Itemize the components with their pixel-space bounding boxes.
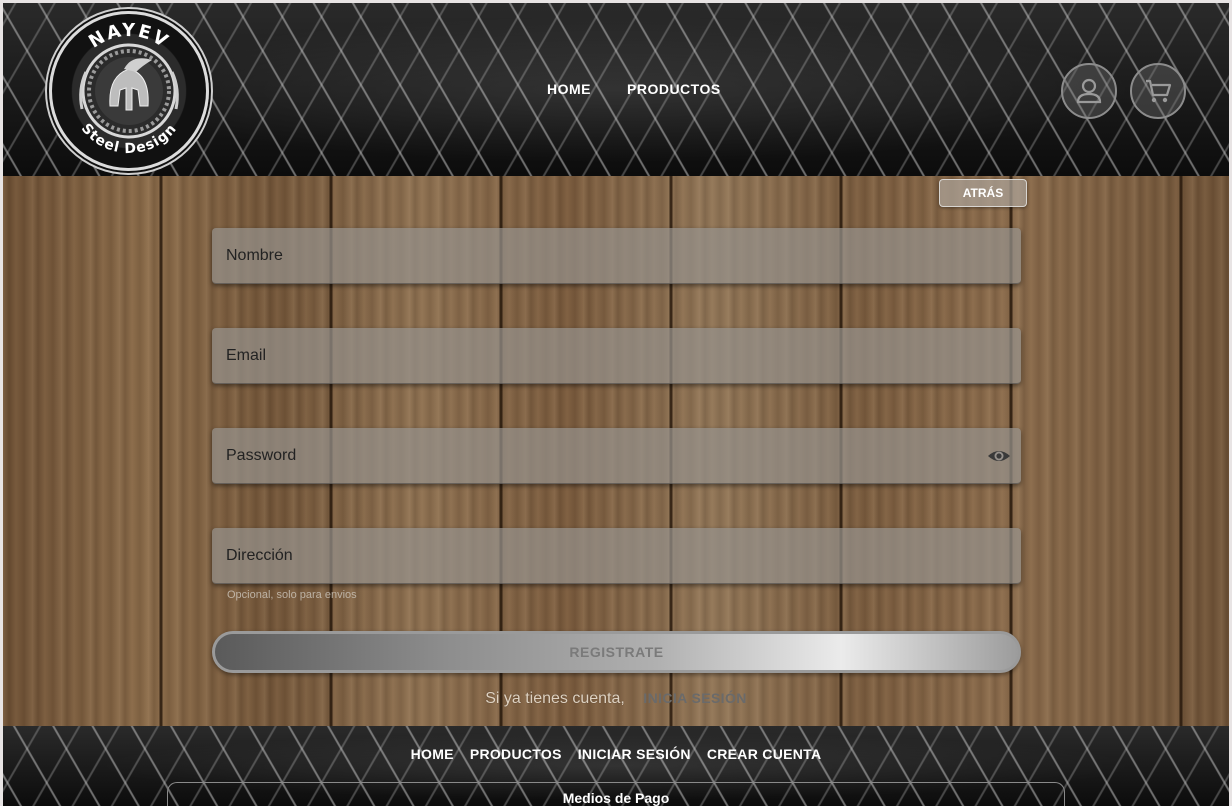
footer: HOME PRODUCTOS INICIAR SESIÓN CREAR CUEN…: [3, 726, 1229, 806]
top-header: NAYEV Steel Design HOME PRODUCTOS: [3, 3, 1229, 176]
nav-home-link[interactable]: HOME: [547, 81, 591, 97]
login-prompt: Si ya tienes cuenta, INICIA SESIÓN: [3, 690, 1229, 708]
password-field[interactable]: [212, 428, 1021, 484]
logo-bottom-text: Steel Design: [78, 121, 179, 158]
have-account-text: Si ya tienes cuenta,: [485, 690, 625, 707]
nav-products-link[interactable]: PRODUCTOS: [627, 81, 721, 97]
eye-icon[interactable]: [987, 445, 1011, 467]
footer-create-account-link[interactable]: CREAR CUENTA: [707, 746, 822, 762]
name-input[interactable]: [212, 228, 1021, 283]
email-input[interactable]: [212, 328, 1021, 383]
cart-icon: [1146, 79, 1172, 103]
page-frame: NAYEV Steel Design HOME PRODUCTOS ATRÁS …: [3, 3, 1229, 806]
logo-graphic: NAYEV Steel Design: [78, 20, 180, 158]
top-nav: HOME PRODUCTOS: [547, 81, 721, 97]
svg-text:NAYEV: NAYEV: [85, 20, 173, 53]
footer-nav: HOME PRODUCTOS INICIAR SESIÓN CREAR CUEN…: [3, 746, 1229, 762]
payment-title: Medios de Pago: [562, 790, 670, 806]
password-input[interactable]: [212, 428, 1021, 483]
svg-text:Steel Design: Steel Design: [78, 121, 180, 158]
register-section: ATRÁS Opcional, solo para envios REGISTR…: [3, 176, 1229, 726]
login-link[interactable]: INICIA SESIÓN: [643, 690, 746, 706]
address-hint: Opcional, solo para envios: [227, 589, 357, 601]
register-button[interactable]: REGISTRATE: [212, 631, 1021, 673]
brand-logo[interactable]: NAYEV Steel Design: [49, 11, 209, 171]
back-button[interactable]: ATRÁS: [939, 179, 1027, 207]
logo-top-text: NAYEV: [85, 20, 171, 53]
address-input[interactable]: [212, 528, 1021, 583]
email-field[interactable]: [212, 328, 1021, 384]
account-button[interactable]: [1061, 63, 1117, 119]
address-field[interactable]: [212, 528, 1021, 584]
name-field[interactable]: [212, 228, 1021, 284]
footer-login-link[interactable]: INICIAR SESIÓN: [578, 746, 691, 762]
cart-button[interactable]: [1130, 63, 1186, 119]
footer-products-link[interactable]: PRODUCTOS: [470, 746, 562, 762]
footer-home-link[interactable]: HOME: [411, 746, 454, 762]
user-icon: [1076, 78, 1102, 104]
